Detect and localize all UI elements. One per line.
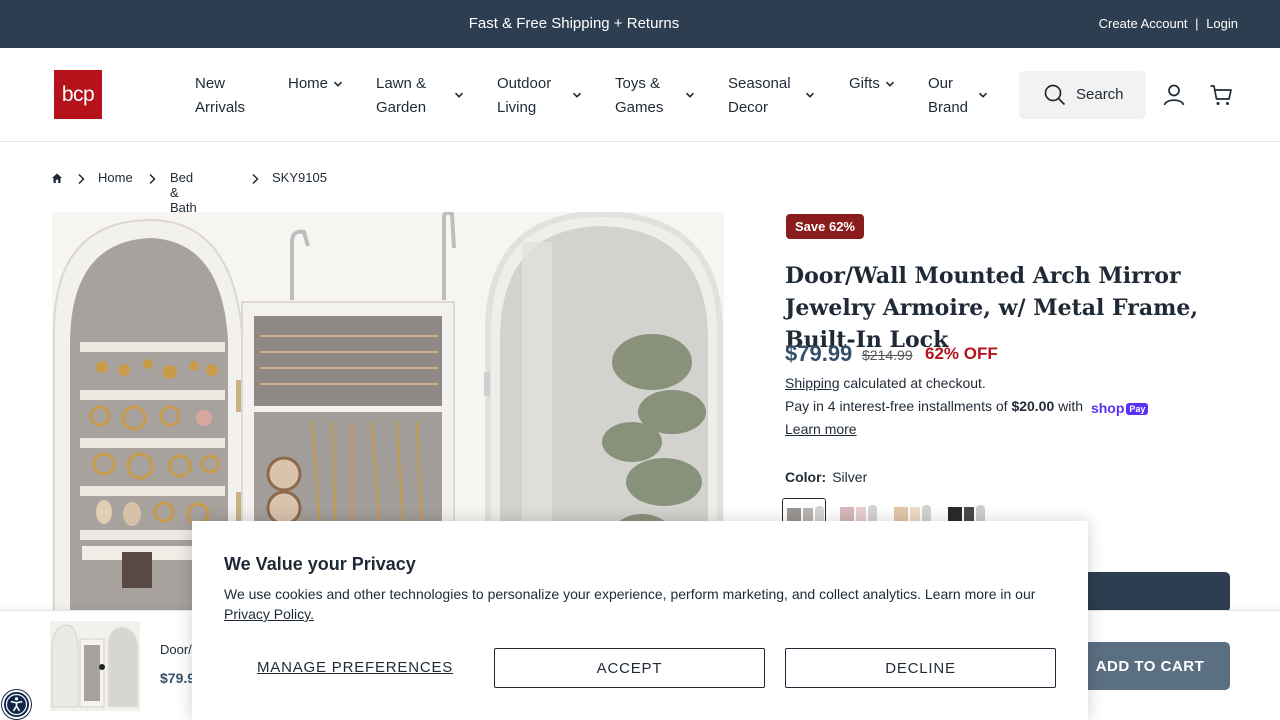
breadcrumb-current: SKY9105 (272, 170, 327, 185)
privacy-policy-link[interactable]: Privacy Policy. (224, 606, 314, 622)
chevron-right-icon (252, 173, 259, 185)
installments-text: Pay in 4 interest-free installments of (785, 398, 1008, 414)
breadcrumb-home[interactable]: Home (98, 170, 133, 185)
accept-button[interactable]: ACCEPT (494, 648, 765, 688)
shop-pay-text: shop (1090, 400, 1125, 416)
sticky-product-price: $79.9 (160, 670, 196, 686)
cookie-body-text: We use cookies and other technologies to… (224, 586, 1036, 602)
nav-seasonal-decor[interactable]: Seasonal Decor (728, 72, 815, 120)
shipping-link[interactable]: Shipping (785, 375, 840, 391)
nav-label: Toys & (615, 75, 661, 92)
chevron-down-icon (978, 92, 988, 98)
shipping-note: Shipping calculated at checkout. (785, 375, 986, 391)
compare-price: $214.99 (862, 347, 913, 363)
nav-label: Outdoor (497, 75, 552, 92)
nav-new-arrivals[interactable]: New Arrivals (195, 72, 245, 120)
sticky-product-thumbnail (50, 621, 140, 711)
chevron-down-icon (885, 81, 895, 87)
chevron-right-icon (149, 173, 156, 185)
product-price: $79.99 (785, 341, 853, 366)
chevron-down-icon (685, 92, 695, 98)
brand-logo[interactable]: bcp (54, 70, 102, 119)
sticky-product-name: Door/ (160, 642, 192, 657)
learn-more-link[interactable]: Learn more (785, 421, 857, 437)
nav-label: Arrivals (195, 99, 246, 116)
nav-label: Seasonal (728, 75, 791, 92)
nav-label: Lawn & (376, 75, 427, 92)
cookie-consent-dialog: We Value your Privacy We use cookies and… (192, 521, 1088, 720)
nav-label: Gifts (849, 75, 880, 92)
nav-label: New (195, 75, 226, 92)
chevron-down-icon (805, 92, 815, 98)
shipping-text: calculated at checkout. (843, 375, 986, 391)
manage-preferences-button[interactable]: MANAGE PREFERENCES (257, 659, 453, 676)
breadcrumb-category[interactable]: Bed & Bath (170, 170, 197, 215)
shop-pay-badge: Pay (1126, 403, 1149, 415)
color-value: Silver (832, 469, 868, 485)
nav-label: Brand (928, 99, 969, 116)
nav-home[interactable]: Home (288, 72, 343, 96)
cart-icon[interactable] (1209, 83, 1233, 107)
create-account-link[interactable]: Create Account (1099, 16, 1188, 31)
cookie-body: We use cookies and other technologies to… (224, 584, 1064, 624)
cookie-heading: We Value your Privacy (224, 554, 416, 574)
search-button[interactable]: Search (1019, 71, 1146, 119)
nav-our-brand[interactable]: Our Brand (928, 72, 988, 120)
shop-pay-logo: shop Pay (1090, 400, 1149, 416)
chevron-down-icon (333, 81, 343, 87)
nav-lawn-garden[interactable]: Lawn & Garden (376, 72, 464, 120)
home-icon[interactable] (51, 172, 63, 184)
decline-button[interactable]: DECLINE (785, 648, 1056, 688)
logo-text: bcp (61, 82, 95, 106)
nav-label: Garden (376, 99, 427, 116)
separator: | (1195, 16, 1199, 31)
search-icon (1044, 84, 1066, 106)
nav-outdoor-living[interactable]: Outdoor Living (497, 72, 582, 120)
discount-label: 62% OFF (925, 344, 998, 363)
accessibility-button[interactable] (2, 690, 31, 719)
search-label: Search (1076, 86, 1124, 103)
site-header: bcp New Arrivals Home Lawn & Garden Outd… (0, 48, 1280, 142)
installments-note: Pay in 4 interest-free installments of $… (785, 398, 1149, 416)
sale-badge: Save 62% (786, 214, 864, 239)
nav-label: Decor (728, 99, 769, 116)
installment-amount: $20.00 (1011, 398, 1055, 414)
account-links: Create Account | Login (1097, 16, 1240, 31)
chevron-down-icon (572, 92, 582, 98)
color-label: Color: (785, 469, 827, 485)
nav-label: Our (928, 75, 954, 92)
account-icon[interactable] (1162, 83, 1186, 107)
login-link[interactable]: Login (1206, 16, 1238, 31)
installments-with: with (1058, 398, 1084, 414)
color-selector-label: Color: Silver (785, 469, 867, 485)
chevron-down-icon (454, 92, 464, 98)
nav-label: Living (497, 99, 537, 116)
announcement-message: Fast & Free Shipping + Returns (468, 15, 680, 32)
nav-label: Home (288, 75, 329, 92)
announcement-bar: Fast & Free Shipping + Returns Create Ac… (0, 0, 1280, 48)
nav-label: Games (615, 99, 664, 116)
nav-toys-games[interactable]: Toys & Games (615, 72, 695, 120)
chevron-right-icon (78, 173, 85, 185)
nav-gifts[interactable]: Gifts (849, 72, 895, 96)
accessibility-icon (5, 693, 28, 716)
